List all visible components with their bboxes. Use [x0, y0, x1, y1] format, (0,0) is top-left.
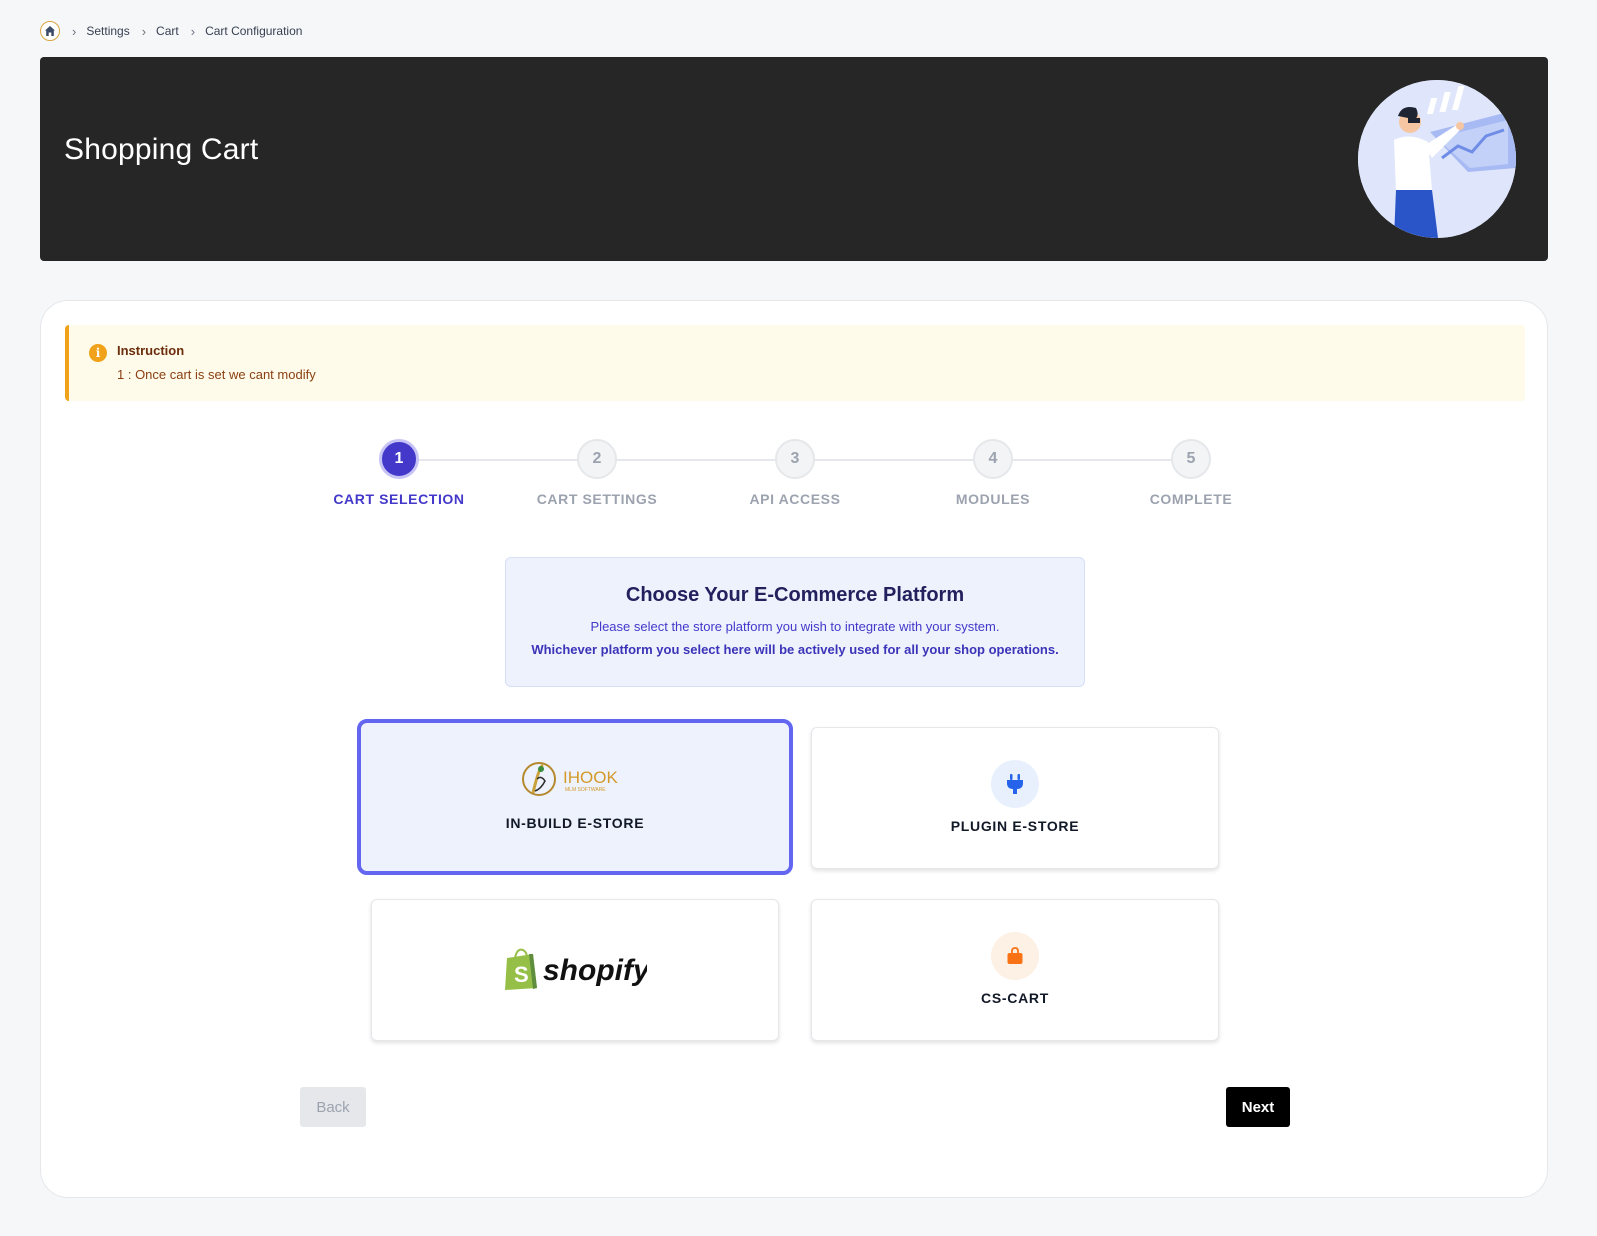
breadcrumb-settings[interactable]: Settings	[86, 24, 129, 38]
option-label: PLUGIN E-STORE	[950, 818, 1080, 834]
step-cart-selection[interactable]: 1 CART SELECTION	[319, 439, 479, 507]
info-icon: i	[89, 344, 107, 362]
breadcrumb: › Settings › Cart › Cart Configuration	[40, 21, 302, 41]
intro-title: Choose Your E-Commerce Platform	[625, 584, 965, 606]
step-complete[interactable]: 5 COMPLETE	[1111, 439, 1271, 507]
option-plugin-estore[interactable]: PLUGIN E-STORE	[811, 727, 1219, 869]
next-button[interactable]: Next	[1226, 1087, 1290, 1127]
step-label: CART SETTINGS	[536, 491, 658, 507]
step-api-access[interactable]: 3 API ACCESS	[715, 439, 875, 507]
step-label: COMPLETE	[1149, 491, 1233, 507]
page-title: Shopping Cart	[64, 133, 259, 166]
option-label: IN-BUILD E-STORE	[505, 815, 645, 831]
back-button[interactable]: Back	[300, 1087, 366, 1127]
step-cart-settings[interactable]: 2 CART SETTINGS	[517, 439, 677, 507]
breadcrumb-cart[interactable]: Cart	[156, 24, 179, 38]
instruction-text: 1 : Once cart is set we cant modify	[117, 367, 316, 382]
option-label: CS-CART	[981, 990, 1049, 1006]
intro-subtitle: Please select the store platform you wis…	[590, 619, 1000, 634]
progress-stepper: 1 CART SELECTION 2 CART SETTINGS 3 API A…	[41, 439, 1549, 519]
step-number: 4	[973, 439, 1013, 479]
option-inbuild-estore[interactable]: IHOOK MLM SOFTWARE IN-BUILD E-STORE	[357, 719, 793, 875]
cart-configuration-card: i Instruction 1 : Once cart is set we ca…	[40, 300, 1548, 1198]
shopify-logo-icon: S shopify	[505, 948, 647, 990]
step-number: 3	[775, 439, 815, 479]
plug-icon	[991, 760, 1039, 808]
platform-intro-box: Choose Your E-Commerce Platform Please s…	[505, 557, 1085, 687]
header-illustration	[1358, 80, 1516, 238]
step-modules[interactable]: 4 MODULES	[913, 439, 1073, 507]
svg-text:S: S	[514, 962, 529, 987]
instruction-alert: i Instruction 1 : Once cart is set we ca…	[65, 325, 1525, 401]
option-cs-cart[interactable]: CS-CART	[811, 899, 1219, 1041]
breadcrumb-cart-configuration: Cart Configuration	[205, 24, 303, 38]
home-icon[interactable]	[40, 21, 60, 41]
svg-text:shopify: shopify	[543, 954, 647, 987]
step-number: 2	[577, 439, 617, 479]
step-number: 1	[379, 439, 419, 479]
chevron-right-icon: ›	[190, 23, 196, 39]
instruction-title: Instruction	[117, 343, 185, 358]
svg-text:IHOOK: IHOOK	[563, 768, 618, 787]
intro-emphasis: Whichever platform you select here will …	[531, 642, 1059, 657]
step-number: 5	[1171, 439, 1211, 479]
chevron-right-icon: ›	[72, 23, 77, 39]
chevron-right-icon: ›	[141, 23, 147, 39]
ihook-logo-icon: IHOOK MLM SOFTWARE	[522, 762, 618, 796]
page-header-banner: Shopping Cart	[40, 57, 1548, 261]
step-label: API ACCESS	[749, 491, 841, 507]
svg-text:MLM SOFTWARE: MLM SOFTWARE	[565, 787, 606, 793]
shopping-bag-icon	[991, 932, 1039, 980]
option-shopify[interactable]: S shopify	[371, 899, 779, 1041]
step-label: CART SELECTION	[333, 491, 465, 507]
step-label: MODULES	[955, 491, 1031, 507]
